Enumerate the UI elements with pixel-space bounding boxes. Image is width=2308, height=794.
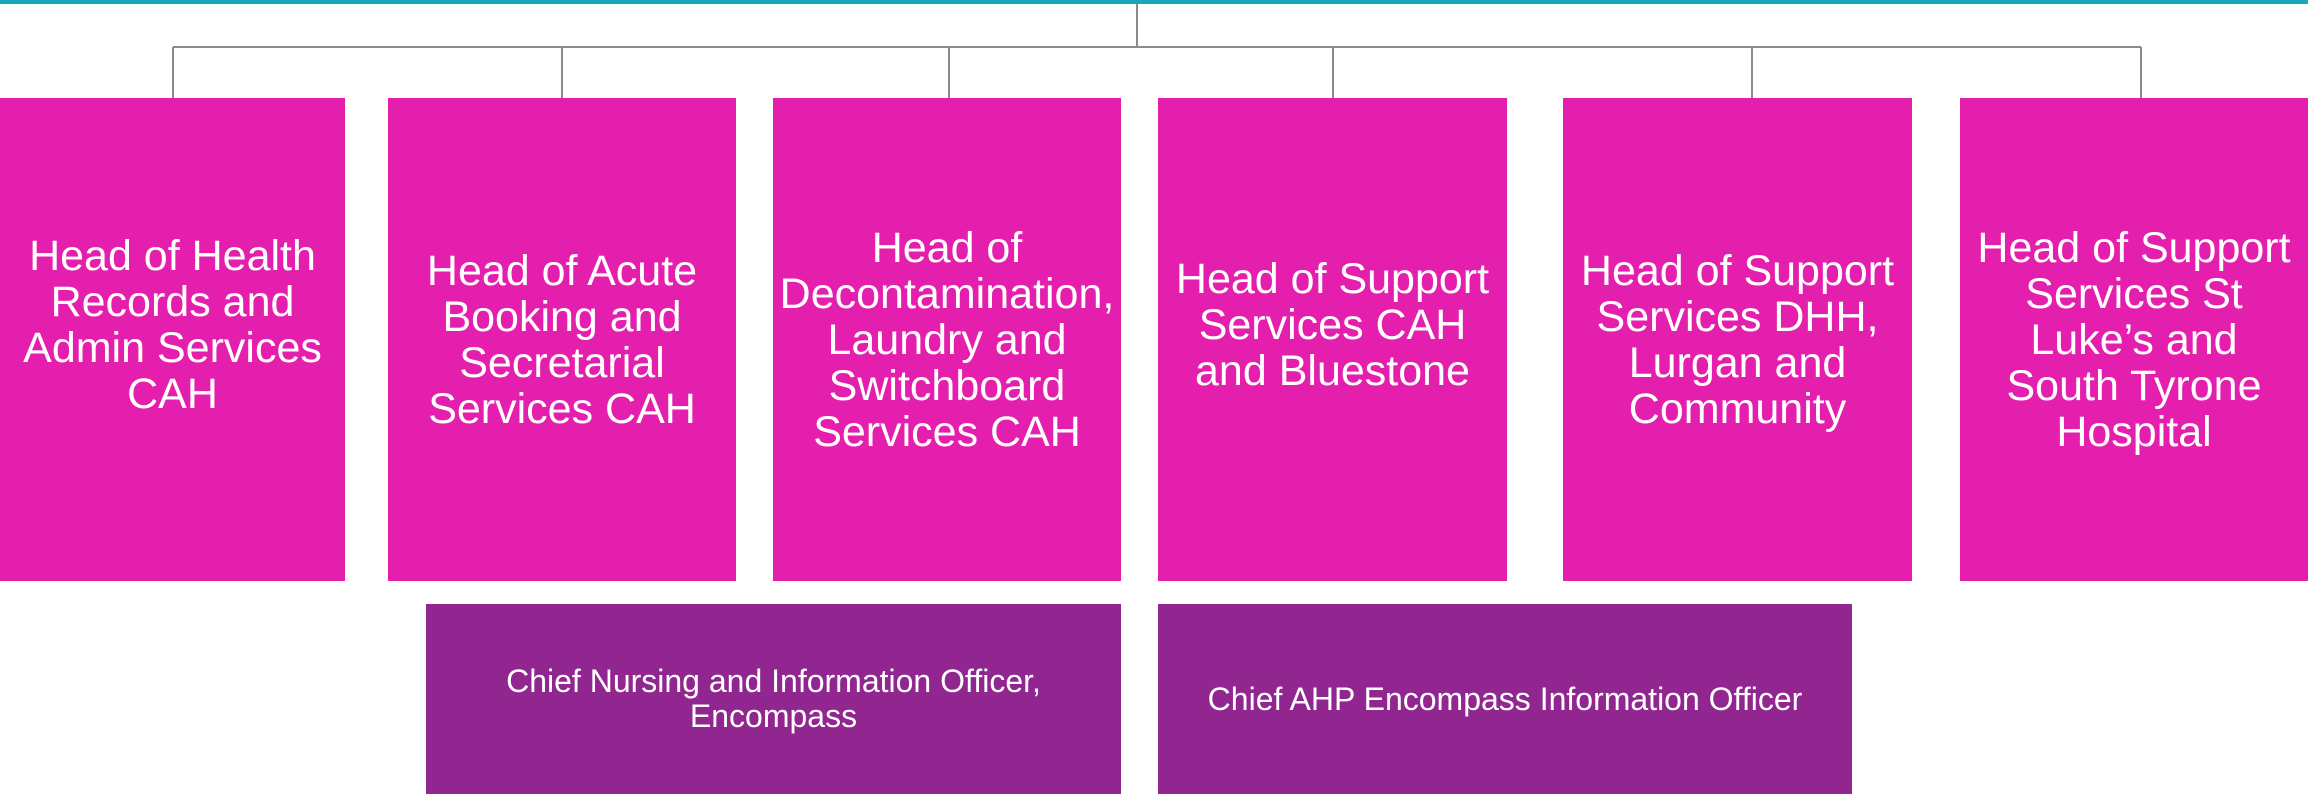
officer-box-chief-ahp: Chief AHP Encompass Information Officer — [1158, 604, 1852, 794]
head-box-label: Head of Decontamination, Laundry and Swi… — [779, 223, 1115, 456]
head-box-health-records: Head of Health Records and Admin Service… — [0, 98, 345, 581]
head-box-label: Head of Support Services DHH, Lurgan and… — [1580, 246, 1895, 433]
head-box-label: Head of Acute Booking and Secretarial Se… — [426, 246, 698, 433]
head-box-support-dhh-lurgan: Head of Support Services DHH, Lurgan and… — [1563, 98, 1912, 581]
officer-box-label: Chief AHP Encompass Information Officer — [1207, 680, 1803, 717]
head-box-label: Head of Support Services St Luke’s and S… — [1977, 223, 2291, 456]
head-box-label: Head of Support Services CAH and Bluesto… — [1175, 254, 1490, 395]
officer-box-chief-nursing: Chief Nursing and Information Officer, E… — [426, 604, 1121, 794]
head-box-support-st-lukes: Head of Support Services St Luke’s and S… — [1960, 98, 2308, 581]
head-box-support-cah-bluestone: Head of Support Services CAH and Bluesto… — [1158, 98, 1507, 581]
head-box-acute-booking: Head of Acute Booking and Secretarial Se… — [388, 98, 736, 581]
head-box-label: Head of Health Records and Admin Service… — [23, 231, 322, 418]
officer-box-label: Chief Nursing and Information Officer, E… — [506, 663, 1041, 734]
head-box-decontamination: Head of Decontamination, Laundry and Swi… — [773, 98, 1121, 581]
org-chart-connectors — [172, 4, 2142, 98]
